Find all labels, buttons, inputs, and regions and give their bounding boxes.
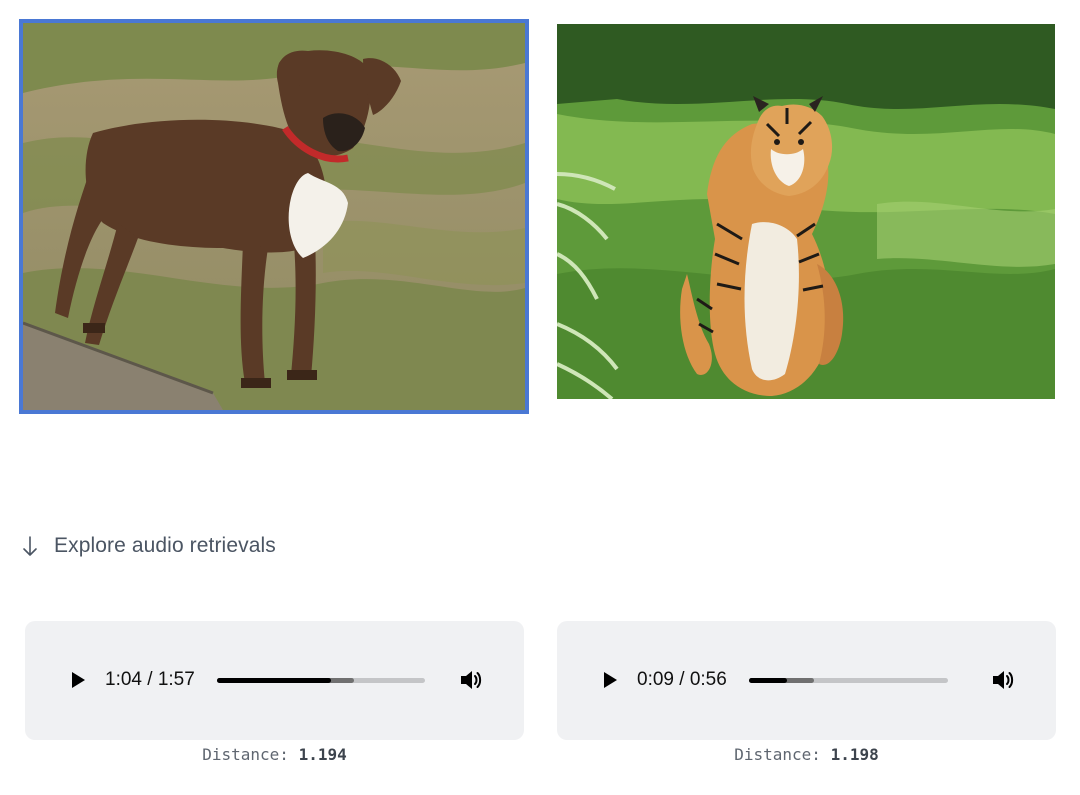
volume-icon bbox=[993, 671, 1014, 689]
played-bar bbox=[748, 677, 787, 683]
image-result-tiger[interactable] bbox=[557, 24, 1055, 399]
arrow-down-icon bbox=[23, 536, 37, 556]
play-button[interactable] bbox=[597, 668, 621, 692]
distance-label: Distance: bbox=[202, 745, 289, 764]
played-bar bbox=[216, 677, 332, 683]
explore-audio-label: Explore audio retrievals bbox=[54, 534, 276, 557]
image-result-dog[interactable] bbox=[19, 19, 529, 414]
volume-button[interactable] bbox=[458, 667, 484, 693]
volume-button[interactable] bbox=[990, 667, 1016, 693]
distance-readout-1: Distance: 1.194 bbox=[25, 745, 524, 764]
distance-label: Distance: bbox=[734, 745, 821, 764]
play-icon bbox=[72, 672, 85, 688]
audio-time: 1:04 / 1:57 bbox=[105, 669, 195, 690]
play-button[interactable] bbox=[65, 668, 89, 692]
audio-progress-slider[interactable] bbox=[216, 677, 425, 683]
dog-photo bbox=[23, 23, 525, 410]
audio-progress-slider[interactable] bbox=[748, 677, 948, 683]
distance-value: 1.198 bbox=[830, 745, 879, 764]
audio-player-1: 1:04 / 1:57 bbox=[25, 621, 524, 740]
explore-audio-retrievals-link[interactable]: Explore audio retrievals bbox=[20, 530, 276, 562]
play-icon bbox=[604, 672, 617, 688]
tiger-photo bbox=[557, 24, 1055, 399]
distance-value: 1.194 bbox=[298, 745, 347, 764]
audio-time: 0:09 / 0:56 bbox=[637, 669, 727, 690]
volume-icon bbox=[461, 671, 482, 689]
distance-readout-2: Distance: 1.198 bbox=[557, 745, 1056, 764]
audio-player-2: 0:09 / 0:56 bbox=[557, 621, 1056, 740]
